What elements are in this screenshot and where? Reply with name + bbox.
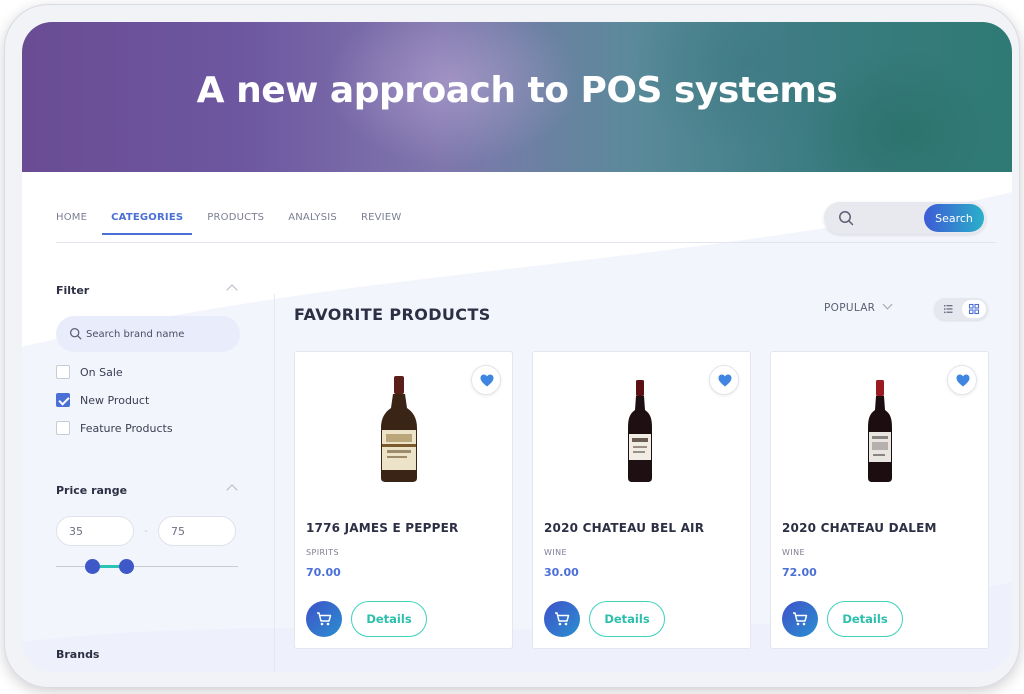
product-name: 2020 CHATEAU BEL AIR [544,521,705,535]
price-inputs: - [56,516,242,546]
checkbox-feature-products[interactable] [56,421,70,435]
price-max-input[interactable] [158,516,236,546]
checkbox-on-sale[interactable] [56,365,70,379]
product-price: 72.00 [782,566,817,579]
nav-home[interactable]: HOME [56,212,87,235]
price-slider[interactable] [56,559,238,575]
search-icon [839,211,854,226]
nav-products[interactable]: PRODUCTS [207,212,264,235]
filter-on-sale[interactable]: On Sale [56,364,242,380]
sort-label: POPULAR [824,302,876,314]
details-button[interactable]: Details [351,601,427,637]
nav-analysis[interactable]: ANALYSIS [288,212,337,235]
grid-icon [968,303,980,315]
price-separator: - [144,525,148,537]
product-name: 2020 CHATEAU DALEM [782,521,937,535]
nav-categories[interactable]: CATEGORIES [102,212,193,235]
filter-label: On Sale [80,365,123,379]
search-icon [69,327,82,340]
cart-icon [793,612,808,626]
section-title: FAVORITE PRODUCTS [294,305,491,324]
add-to-cart-button[interactable] [544,601,580,637]
price-min-input[interactable] [56,516,134,546]
bottle-image-wine [868,380,892,482]
hero-banner: A new approach to POS systems [22,22,1012,172]
details-button[interactable]: Details [827,601,903,637]
app-screen: A new approach to POS systems HOME CATEG… [22,22,1012,672]
brand-search[interactable] [56,316,240,352]
brands-header[interactable]: Brands [56,648,242,661]
cart-icon [317,612,332,626]
product-card[interactable]: 2020 CHATEAU BEL AIR WINE 30.00 Details [532,351,751,649]
chevron-up-icon[interactable] [226,284,238,296]
brand-search-input[interactable] [86,316,236,352]
add-to-cart-button[interactable] [782,601,818,637]
filter-feature-products[interactable]: Feature Products [56,420,242,436]
brands-title: Brands [56,648,100,661]
filter-title: Filter [56,284,90,297]
price-range-header[interactable]: Price range [56,484,242,500]
filter-new-product[interactable]: New Product [56,392,242,408]
nav-divider [56,242,996,243]
slider-thumb-min[interactable] [85,559,101,574]
slider-track [56,566,238,567]
price-range-title: Price range [56,484,128,497]
chevron-down-icon [882,299,893,310]
view-toggle [934,298,988,320]
filter-sidebar: Filter On Sale New Product Feature [56,284,242,575]
bottle-image-wine [628,380,652,482]
product-card[interactable]: 1776 JAMES E PEPPER SPIRITS 70.00 Detail… [294,351,513,649]
product-category: SPIRITS [306,548,339,557]
search-bar[interactable]: Search [824,202,986,234]
product-card[interactable]: 2020 CHATEAU DALEM WINE 72.00 Details [770,351,989,649]
product-price: 70.00 [306,566,341,579]
list-icon [944,305,953,314]
list-view-button[interactable] [936,300,960,318]
sort-dropdown[interactable]: POPULAR [824,299,893,314]
slider-thumb-max[interactable] [118,559,134,574]
product-price: 30.00 [544,566,579,579]
search-button[interactable]: Search [924,204,984,232]
chevron-up-icon[interactable] [226,484,238,496]
sidebar-divider [274,294,275,672]
details-button[interactable]: Details [589,601,665,637]
product-name: 1776 JAMES E PEPPER [306,521,459,535]
bottle-image-whiskey [381,376,417,482]
nav-review[interactable]: REVIEW [361,212,401,235]
product-category: WINE [782,548,805,557]
filter-label: Feature Products [80,421,173,435]
product-category: WINE [544,548,567,557]
main-nav: HOME CATEGORIES PRODUCTS ANALYSIS REVIEW [56,212,401,235]
checkbox-new-product[interactable] [56,393,70,407]
filter-label: New Product [80,393,150,407]
grid-view-button[interactable] [962,300,986,318]
filter-header[interactable]: Filter [56,284,242,300]
cart-icon [555,612,570,626]
tablet-frame: A new approach to POS systems HOME CATEG… [4,4,1020,688]
hero-title: A new approach to POS systems [196,70,838,111]
add-to-cart-button[interactable] [306,601,342,637]
